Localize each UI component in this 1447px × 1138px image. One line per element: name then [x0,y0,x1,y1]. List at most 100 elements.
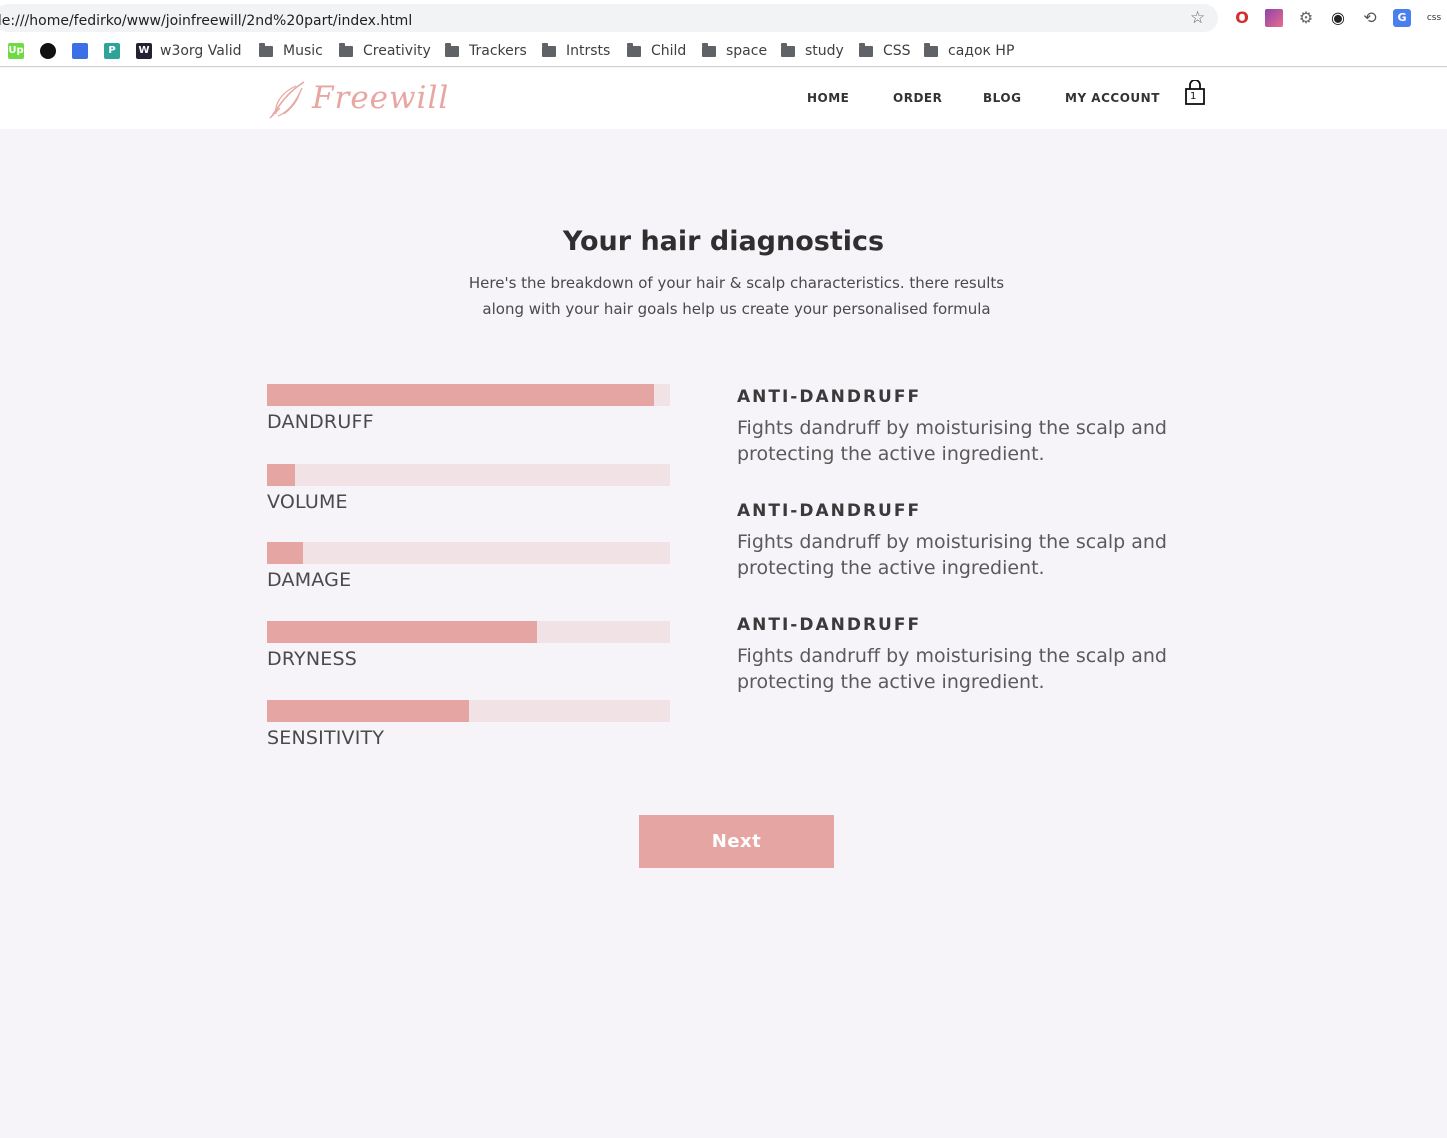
nav-blog[interactable]: BLOG [983,91,1021,105]
pocket-icon: P [104,43,120,59]
metric-fill [267,542,304,564]
cart-count-badge: 1 [1190,91,1197,102]
css-extension-icon[interactable]: css [1425,9,1443,27]
bookmark-pocket[interactable]: P [104,41,128,61]
bookmark-folder-space[interactable]: space [702,41,767,61]
bookmark-star-icon[interactable]: ☆ [1190,8,1205,28]
metric-label: DAMAGE [267,569,352,591]
nav-order[interactable]: ORDER [893,91,942,105]
metric-fill [267,464,296,486]
bookmark-label: study [805,43,844,59]
bookmark-label: space [726,43,768,59]
folder-icon [859,42,873,57]
page-title: Your hair diagnostics [562,226,885,257]
benefit-item: ANTI-DANDRUFF Fights dandruff by moistur… [737,615,1197,695]
folder-icon [627,42,641,57]
gradient-extension-icon[interactable] [1265,9,1283,27]
bookmark-label: CSS [883,43,911,59]
clock-extension-icon[interactable]: ⟲ [1361,9,1379,27]
metric-track [267,700,670,722]
bitwarden-icon [72,43,88,59]
subtitle-line: along with your hair goals help us creat… [482,300,991,318]
browser-url-bar: ile:///home/fedirko/www/joinfreewill/2nd… [0,0,1447,36]
bookmark-label: садок HP [948,43,1015,59]
metric-track [267,464,670,486]
benefit-title: ANTI-DANDRUFF [737,501,922,521]
bookmark-folder-music[interactable]: Music [259,41,323,61]
bookmark-upwork[interactable]: Up [8,41,32,61]
bookmark-label: Child [651,43,687,59]
nav-home[interactable]: HOME [807,91,849,105]
benefit-title: ANTI-DANDRUFF [737,387,922,407]
bookmark-folder-css[interactable]: CSS [859,41,911,61]
opera-extension-icon[interactable]: O [1233,9,1251,27]
benefit-line: Fights dandruff by moisturising the scal… [737,645,1167,667]
folder-icon [259,42,273,57]
metric-label: VOLUME [267,491,348,513]
subtitle-line: Here's the breakdown of your hair & scal… [468,274,1005,292]
bookmark-label: Trackers [469,43,527,59]
benefit-line: Fights dandruff by moisturising the scal… [737,531,1167,553]
metric-sensitivity: SENSITIVITY [267,700,670,749]
nav-my-account[interactable]: MY ACCOUNT [1065,91,1160,105]
metric-damage: DAMAGE [267,542,670,591]
metric-dandruff: DANDRUFF [267,384,670,433]
folder-icon [702,42,716,57]
benefit-item: ANTI-DANDRUFF Fights dandruff by moistur… [737,387,1197,467]
cart-button[interactable]: 1 [1184,79,1206,106]
benefit-line: protecting the active ingredient. [737,671,1045,693]
folder-icon [445,42,459,57]
bookmark-bitwarden[interactable] [72,41,96,61]
metric-label: DRYNESS [267,648,357,670]
bookmark-w3org[interactable]: W w3org Valid [136,41,242,61]
bookmarks-bar: Up P W w3org Valid Music Creativity Trac… [0,36,1447,67]
benefit-title: ANTI-DANDRUFF [737,615,922,635]
address-text[interactable]: ile:///home/fedirko/www/joinfreewill/2nd… [0,13,412,29]
freewill-logo[interactable]: Freewill [266,78,448,120]
translate-extension-icon[interactable]: G [1393,9,1411,27]
benefit-description: Fights dandruff by moisturising the scal… [737,415,1197,467]
bookmark-folder-intrsts[interactable]: Intrsts [542,41,610,61]
bookmark-label: w3org Valid [160,43,242,59]
benefit-description: Fights dandruff by moisturising the scal… [737,529,1197,581]
eye-extension-icon[interactable]: ◉ [1329,9,1347,27]
bookmark-label: Music [283,43,323,59]
logo-text: Freewill [312,80,450,116]
metric-fill [267,384,654,406]
next-button[interactable]: Next [639,815,834,868]
gear-extension-icon[interactable]: ⚙ [1297,9,1315,27]
metric-fill [267,700,469,722]
bookmark-folder-study[interactable]: study [781,41,844,61]
metric-track [267,384,670,406]
feather-logo-icon [269,81,305,119]
folder-icon [781,42,795,57]
bookmark-label: Intrsts [566,43,611,59]
folder-icon [924,42,938,57]
benefit-item: ANTI-DANDRUFF Fights dandruff by moistur… [737,501,1197,581]
folder-icon [339,42,353,57]
metric-volume: VOLUME [267,464,670,513]
metric-fill [267,621,537,643]
metric-track [267,621,670,643]
folder-icon [542,42,556,57]
benefit-description: Fights dandruff by moisturising the scal… [737,643,1197,695]
benefit-line: protecting the active ingredient. [737,443,1045,465]
benefit-line: Fights dandruff by moisturising the scal… [737,417,1167,439]
bookmark-github[interactable] [40,41,64,61]
benefit-line: protecting the active ingredient. [737,557,1045,579]
bookmark-label: Creativity [363,43,431,59]
address-field[interactable]: ile:///home/fedirko/www/joinfreewill/2nd… [0,4,1218,32]
metric-track [267,542,670,564]
page-subtitle: Here's the breakdown of your hair & scal… [460,270,1013,322]
bookmark-folder-child[interactable]: Child [627,41,686,61]
github-icon [40,43,56,59]
bookmark-folder-creativity[interactable]: Creativity [339,41,431,61]
upwork-icon: Up [8,43,24,59]
site-header: Freewill HOME ORDER BLOG MY ACCOUNT 1 [0,68,1447,129]
metric-label: DANDRUFF [267,411,374,433]
w3c-icon: W [136,43,152,59]
metric-dryness: DRYNESS [267,621,670,670]
metric-label: SENSITIVITY [267,727,385,749]
bookmark-folder-sadok-hp[interactable]: садок HP [924,41,1014,61]
bookmark-folder-trackers[interactable]: Trackers [445,41,527,61]
